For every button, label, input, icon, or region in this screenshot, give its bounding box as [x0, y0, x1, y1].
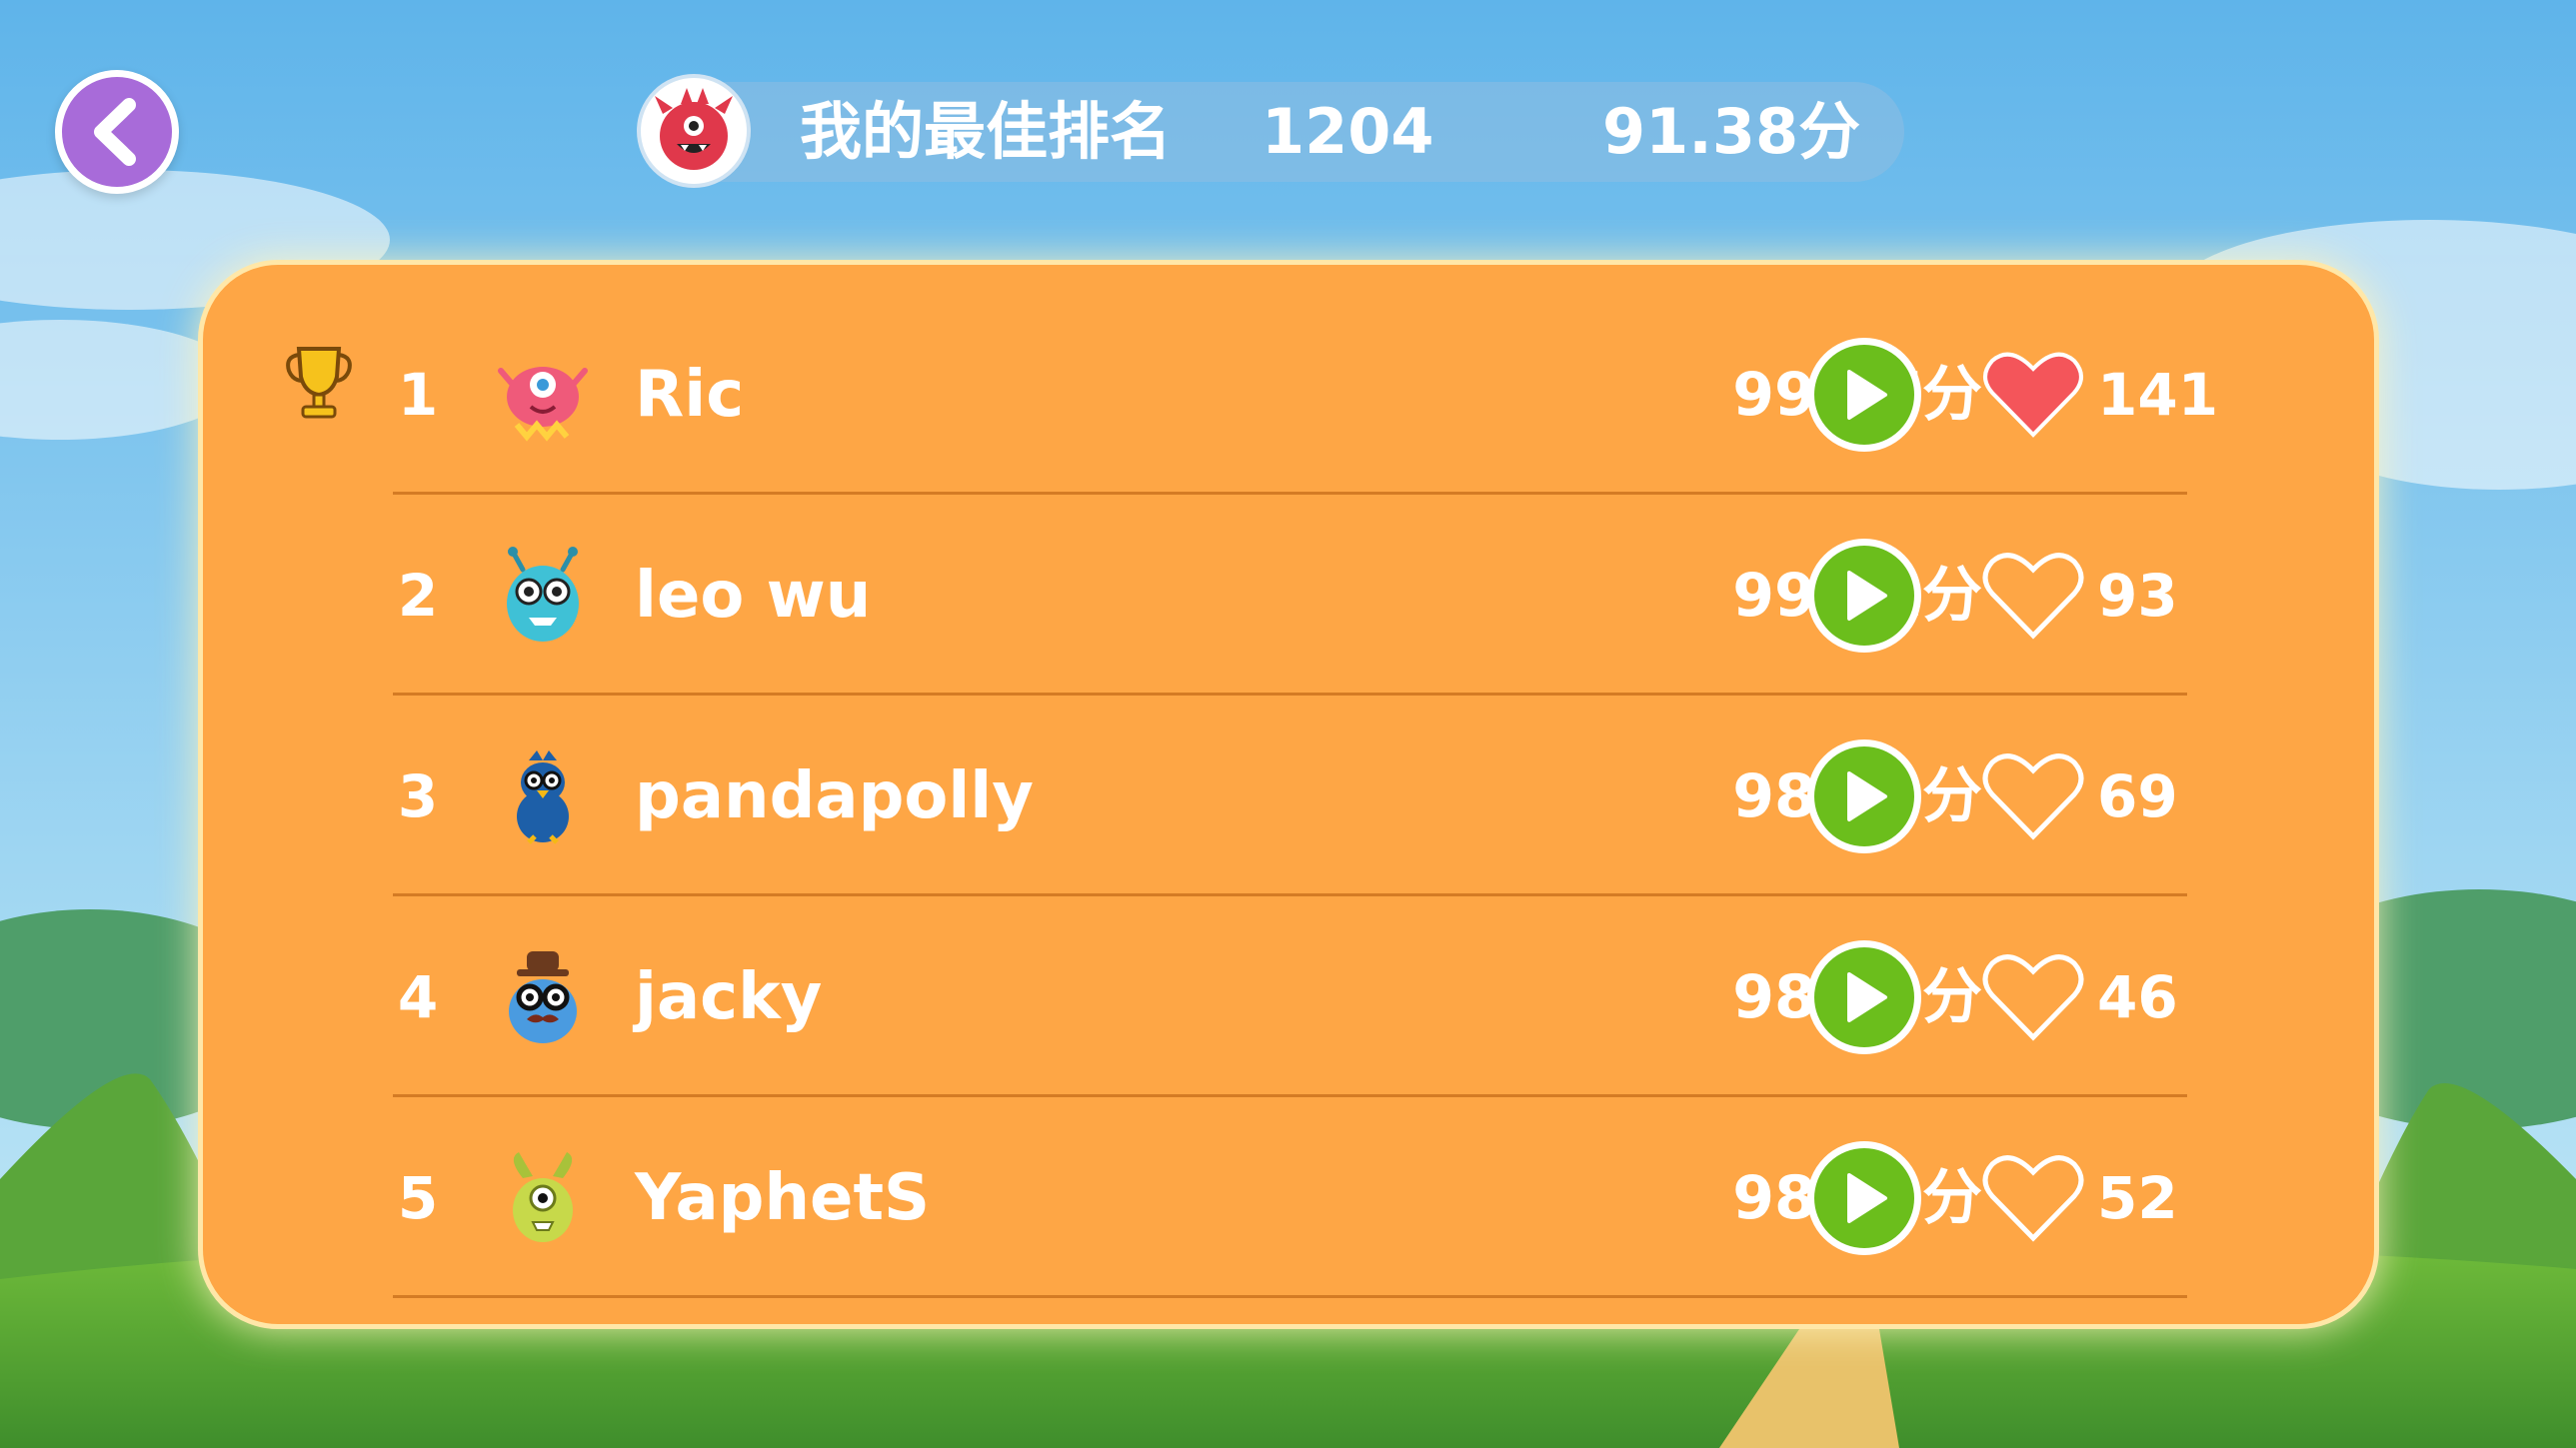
play-button[interactable]: [1807, 940, 1921, 1054]
player-name[interactable]: jacky: [635, 949, 822, 1045]
green-monster-icon: [513, 1152, 573, 1242]
row-divider: [393, 893, 2187, 896]
back-button[interactable]: [55, 70, 179, 194]
leaderboard-row: 5 YaphetS 98.59分 52: [203, 1098, 2384, 1298]
like-count: 69: [2097, 762, 2178, 830]
heart-outline-icon[interactable]: [1980, 548, 2086, 644]
rank-number: 4: [397, 963, 439, 1031]
player-name[interactable]: pandapolly: [635, 748, 1034, 844]
my-avatar: [637, 74, 751, 188]
play-icon: [1847, 1173, 1887, 1223]
play-icon: [1847, 771, 1887, 821]
rank-number: 2: [397, 562, 439, 630]
play-button[interactable]: [1807, 1141, 1921, 1255]
player-name[interactable]: leo wu: [635, 548, 871, 644]
trophy-icon: [286, 347, 352, 419]
heart-filled-icon[interactable]: [1980, 347, 2086, 443]
hat-glasses-monster-icon: [509, 951, 577, 1043]
row-divider: [393, 492, 2187, 495]
row-divider: [393, 1295, 2187, 1298]
play-icon: [1847, 972, 1887, 1022]
rank-number: 5: [397, 1164, 439, 1232]
like-count: 52: [2097, 1164, 2178, 1232]
play-icon: [1847, 571, 1887, 621]
best-rank-value: 1204: [1262, 95, 1434, 168]
leaderboard-row: 2 leo wu 99.41分 93: [203, 496, 2384, 696]
row-divider: [393, 1094, 2187, 1097]
chevron-left-icon: [94, 98, 136, 166]
row-divider: [393, 693, 2187, 696]
play-button[interactable]: [1807, 539, 1921, 653]
play-button[interactable]: [1807, 739, 1921, 853]
best-score: 91.38分: [1602, 95, 1861, 168]
teal-monster-icon: [507, 547, 579, 642]
like-count: 93: [2097, 562, 2178, 630]
leaderboard-row: 3 pandapolly 98.88分 69: [203, 697, 2384, 896]
leaderboard-panel: 1 Ric 99.87分 141 2 l: [198, 260, 2379, 1329]
like-count: 46: [2097, 963, 2178, 1031]
like-count: 141: [2097, 361, 2219, 429]
heart-outline-icon[interactable]: [1980, 1150, 2086, 1246]
heart-outline-icon[interactable]: [1980, 748, 2086, 844]
player-name[interactable]: Ric: [635, 347, 744, 443]
red-monster-icon: [655, 88, 733, 170]
leaderboard-row: 4 jacky 98.64分 46: [203, 897, 2384, 1097]
play-icon: [1847, 370, 1887, 420]
heart-outline-icon[interactable]: [1980, 949, 2086, 1045]
best-rank-label: 我的最佳排名: [800, 95, 1173, 168]
player-name[interactable]: YaphetS: [635, 1150, 930, 1246]
pink-monster-icon: [498, 367, 588, 442]
leaderboard-row: 1 Ric 99.87分 141: [203, 295, 2384, 495]
play-button[interactable]: [1807, 338, 1921, 452]
rank-number: 1: [397, 361, 439, 429]
blue-bird-monster-icon: [517, 750, 569, 844]
rank-number: 3: [397, 762, 439, 830]
